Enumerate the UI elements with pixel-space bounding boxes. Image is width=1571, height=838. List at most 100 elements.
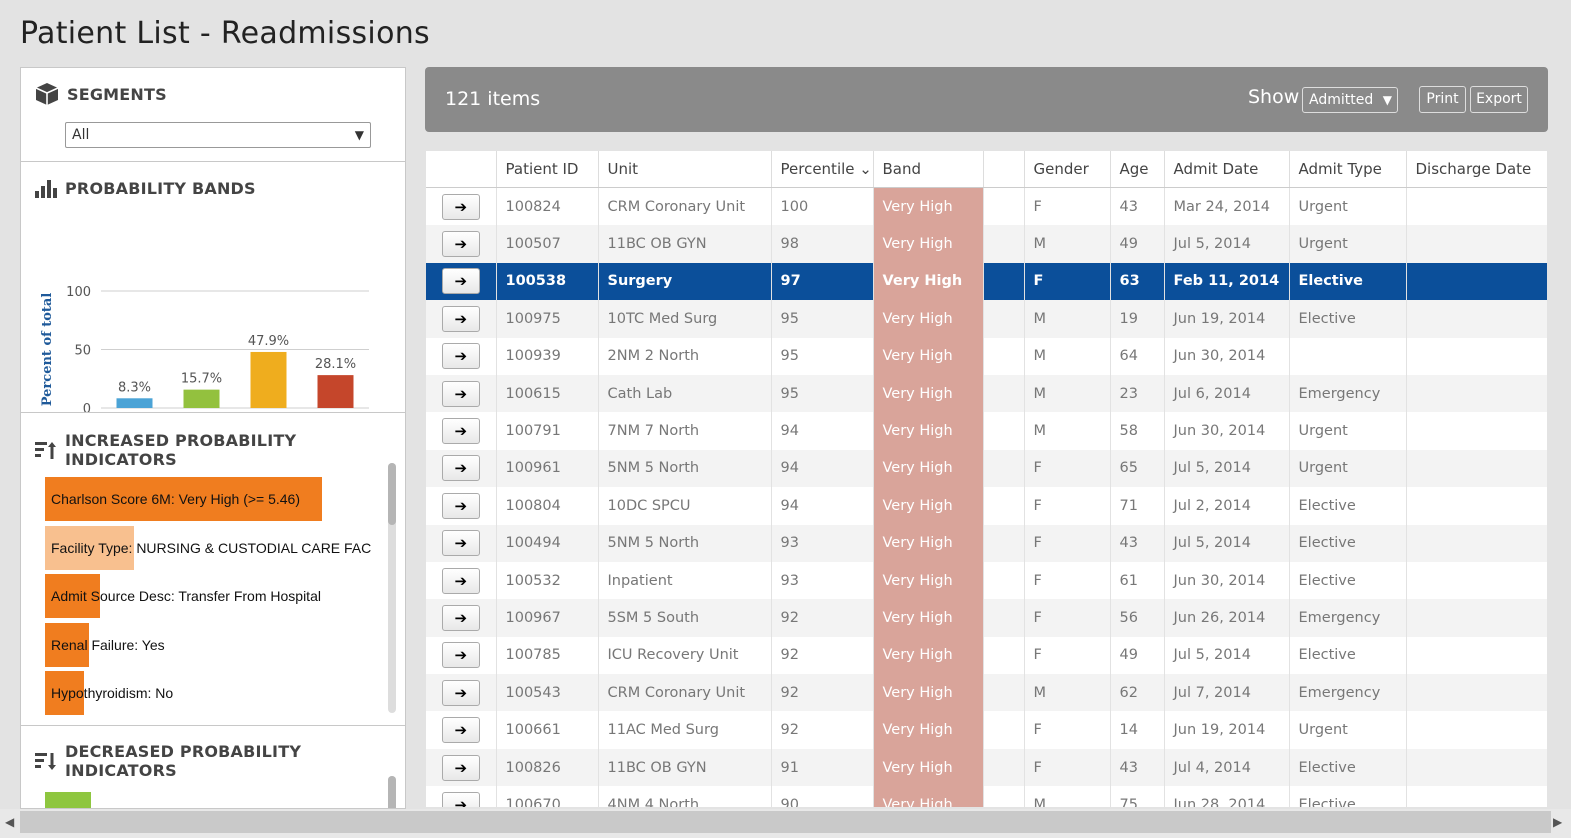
print-button[interactable]: Print bbox=[1419, 86, 1466, 113]
table-row[interactable]: ➔ 100804 10DC SPCU 94 Very High F 71 Jul 2, 201… bbox=[426, 487, 1547, 525]
age-cell: 65 bbox=[1110, 449, 1165, 488]
band-cell: Very High bbox=[873, 487, 984, 525]
admit-type-cell: Elective bbox=[1289, 262, 1407, 301]
column-header[interactable]: Patient ID bbox=[496, 151, 599, 188]
scrollbar-thumb[interactable] bbox=[388, 463, 396, 525]
scroll-left-icon[interactable]: ◀ bbox=[5, 815, 14, 829]
table-row[interactable]: ➔ 100494 5NM 5 North 93 Very High F 43 Jul 5, 2… bbox=[426, 524, 1547, 562]
table-row[interactable]: ➔ 100975 10TC Med Surg 95 Very High M 19 Jun 19… bbox=[426, 300, 1547, 338]
arrow-right-icon[interactable]: ➔ bbox=[441, 754, 480, 781]
percentile-cell: 92 bbox=[771, 636, 874, 675]
age-cell: 75 bbox=[1110, 786, 1165, 807]
arrow-right-icon[interactable]: ➔ bbox=[441, 642, 480, 669]
indicator-item[interactable]: Hypothyroidism: No bbox=[45, 671, 385, 715]
row-action-cell: ➔ bbox=[426, 300, 497, 338]
table-row[interactable]: ➔ 100826 11BC OB GYN 91 Very High F 43 Jul 4, 2… bbox=[426, 748, 1547, 787]
gender-cell: M bbox=[1024, 337, 1111, 375]
items-count: 121 items bbox=[445, 88, 541, 110]
percentile-cell: 100 bbox=[771, 187, 874, 226]
column-header[interactable]: Discharge Date bbox=[1406, 151, 1547, 188]
indicator-label: Hypothyroidism: No bbox=[51, 685, 174, 701]
arrow-right-icon[interactable]: ➔ bbox=[441, 567, 480, 594]
table-row[interactable]: ➔ 100661 11AC Med Surg 92 Very High F 14 Jun 19… bbox=[426, 711, 1547, 749]
column-header[interactable]: Unit bbox=[598, 151, 772, 188]
discharge-date-cell bbox=[1406, 225, 1547, 263]
table-row[interactable]: ➔ 100791 7NM 7 North 94 Very High M 58 Jun 30, … bbox=[426, 412, 1547, 450]
indicator-item[interactable]: Renal Failure: Yes bbox=[45, 622, 385, 667]
unit-cell: 10DC SPCU bbox=[598, 487, 772, 525]
column-header[interactable]: Percentile ⌄ bbox=[771, 151, 874, 188]
column-header[interactable]: Gender bbox=[1024, 151, 1111, 188]
table-row[interactable]: ➔ 100615 Cath Lab 95 Very High M 23 Jul 6, 2014… bbox=[426, 374, 1547, 413]
row-action-cell: ➔ bbox=[426, 524, 497, 562]
discharge-date-cell bbox=[1406, 337, 1547, 375]
arrow-right-icon[interactable]: ➔ bbox=[441, 604, 480, 631]
column-header[interactable]: Band bbox=[873, 151, 984, 188]
discharge-date-cell bbox=[1406, 449, 1547, 488]
arrow-right-icon[interactable]: ➔ bbox=[441, 305, 480, 332]
table-row[interactable]: ➔ 100961 5NM 5 North 94 Very High F 65 Jul 5, 2… bbox=[426, 449, 1547, 488]
scroll-right-icon[interactable]: ▶ bbox=[1553, 815, 1562, 829]
age-cell: 49 bbox=[1110, 636, 1165, 675]
admit-date-cell: Jul 4, 2014 bbox=[1164, 748, 1290, 787]
band-cell: Very High bbox=[873, 748, 984, 787]
blank-cell bbox=[983, 262, 1025, 301]
arrow-right-icon[interactable]: ➔ bbox=[441, 380, 480, 407]
row-action-cell: ➔ bbox=[426, 786, 497, 807]
indicator-item[interactable]: Admit Source Desc: Transfer From Hospita… bbox=[45, 574, 385, 618]
band-cell: Very High bbox=[873, 786, 984, 807]
percentile-cell: 93 bbox=[771, 561, 874, 600]
row-action-cell: ➔ bbox=[426, 748, 497, 787]
admit-type-cell: Elective bbox=[1289, 487, 1407, 525]
show-filter-select[interactable]: Admitted ▼ bbox=[1302, 87, 1398, 113]
y-tick-label: 50 bbox=[74, 344, 91, 359]
table-row[interactable]: ➔ 100785 ICU Recovery Unit 92 Very High F 49 Ju… bbox=[426, 636, 1547, 675]
arrow-right-icon[interactable]: ➔ bbox=[441, 455, 480, 482]
admit-type-cell: Elective bbox=[1289, 786, 1407, 807]
arrow-right-icon[interactable]: ➔ bbox=[441, 343, 480, 370]
horizontal-scrollbar[interactable]: ◀ ▶ bbox=[0, 809, 1571, 838]
table-row[interactable]: ➔ 100670 4NM 4 North 90 Very High M 75 Jun 28, … bbox=[426, 786, 1547, 807]
segments-select[interactable]: All ▼ bbox=[65, 122, 371, 148]
scrollbar-thumb[interactable] bbox=[20, 811, 1551, 833]
arrow-right-icon[interactable]: ➔ bbox=[441, 268, 480, 295]
bar-very-high bbox=[317, 375, 354, 408]
show-label: Show bbox=[1248, 86, 1300, 108]
indicator-item[interactable]: Facility Type: NURSING & CUSTODIAL CARE … bbox=[45, 525, 385, 570]
export-button[interactable]: Export bbox=[1470, 86, 1528, 113]
table-row[interactable]: ➔ 100507 11BC OB GYN 98 Very High M 49 Jul 5, 2… bbox=[426, 225, 1547, 263]
arrow-right-icon[interactable]: ➔ bbox=[441, 791, 480, 807]
increased-indicators-header: INCREASED PROBABILITY INDICATORS bbox=[35, 431, 405, 469]
table-row[interactable]: ➔ 100939 2NM 2 North 95 Very High M 64 Jun 30, … bbox=[426, 337, 1547, 375]
increased-indicators-scrollbar[interactable] bbox=[388, 463, 396, 713]
table-row[interactable]: ➔ 100824 CRM Coronary Unit 100 Very High F 43 M… bbox=[426, 187, 1547, 226]
arrow-right-icon[interactable]: ➔ bbox=[441, 193, 480, 220]
admit-type-cell: Urgent bbox=[1289, 449, 1407, 488]
table-row[interactable]: ➔ 100532 Inpatient 93 Very High F 61 Jun 30, 20… bbox=[426, 561, 1547, 600]
column-header[interactable]: Admit Date bbox=[1164, 151, 1290, 188]
scrollbar-thumb[interactable] bbox=[388, 776, 396, 808]
percentile-cell: 91 bbox=[771, 748, 874, 787]
column-header[interactable]: Age bbox=[1110, 151, 1165, 188]
patient-table: Patient ID Unit Percentile ⌄ Band Gender Age A… bbox=[426, 151, 1547, 807]
arrow-right-icon[interactable]: ➔ bbox=[441, 492, 480, 519]
percentile-cell: 90 bbox=[771, 786, 874, 807]
arrow-right-icon[interactable]: ➔ bbox=[441, 679, 480, 706]
column-header[interactable]: Admit Type bbox=[1289, 151, 1407, 188]
gender-cell: F bbox=[1024, 599, 1111, 637]
patient-id-cell: 100538 bbox=[496, 262, 599, 301]
row-action-cell: ➔ bbox=[426, 674, 497, 712]
decreased-indicators-scrollbar[interactable] bbox=[388, 776, 396, 808]
table-row[interactable]: ➔ 100967 5SM 5 South 92 Very High F 56 Jun 26, … bbox=[426, 599, 1547, 637]
arrow-right-icon[interactable]: ➔ bbox=[441, 717, 480, 744]
table-row[interactable]: ➔ 100543 CRM Coronary Unit 92 Very High M 62 Ju… bbox=[426, 674, 1547, 712]
age-cell: 61 bbox=[1110, 561, 1165, 600]
blank-cell bbox=[983, 449, 1025, 488]
indicator-item[interactable]: Charlson Score 6M: Very High (>= 5.46) bbox=[45, 477, 385, 521]
arrow-right-icon[interactable]: ➔ bbox=[441, 530, 480, 557]
percentile-cell: 95 bbox=[771, 300, 874, 338]
arrow-right-icon[interactable]: ➔ bbox=[441, 231, 480, 258]
table-row[interactable]: ➔ 100538 Surgery 97 Very High F 63 Feb 11, 2014… bbox=[426, 262, 1547, 301]
arrow-right-icon[interactable]: ➔ bbox=[441, 418, 480, 445]
sort-desc-icon[interactable]: ⌄ bbox=[855, 160, 872, 178]
